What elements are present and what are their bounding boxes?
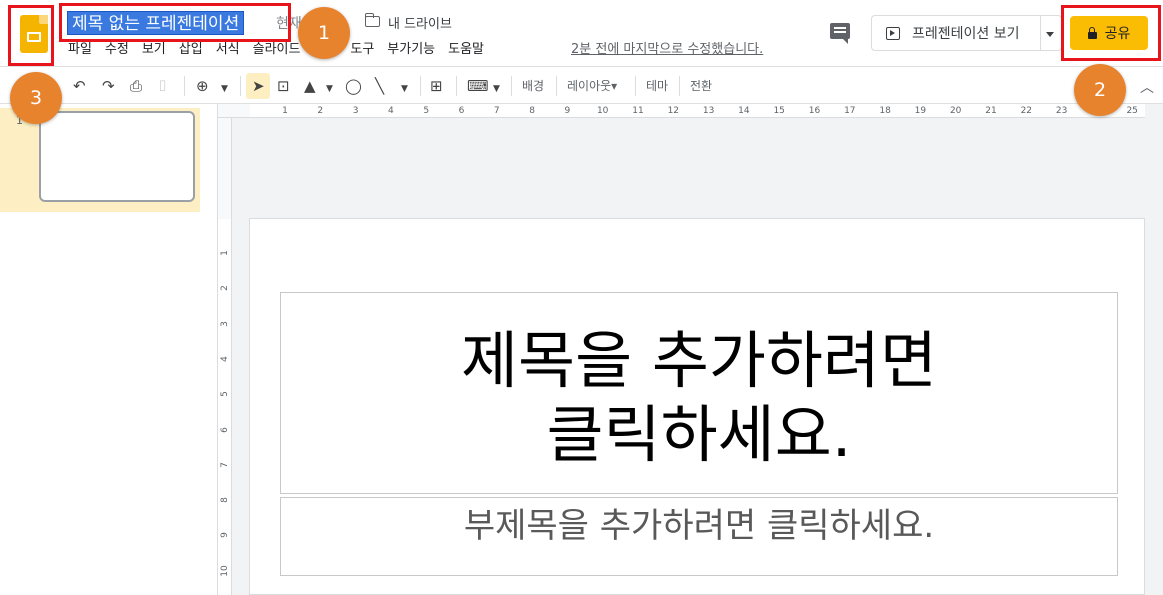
ruler-h-tick: 8 [529,106,535,116]
ruler-h-tick: 18 [879,106,891,116]
ruler-h-tick: 4 [388,106,394,116]
ruler-v-tick: 5 [220,391,230,398]
ruler-h-tick: 14 [738,106,750,116]
line-icon[interactable]: ╲ [375,77,384,95]
ruler-h-tick: 10 [596,106,609,116]
present-button-label: 프레젠테이션 보기 [912,26,1020,42]
input-tools-dropdown-icon[interactable]: ▼ [493,80,500,98]
ruler-h-tick: 13 [702,106,715,116]
slide-filmstrip: 1 [0,104,218,595]
collapse-chevron-icon[interactable]: ︿ [1140,77,1154,97]
layout-button[interactable]: 레이아웃▾ [567,78,617,94]
annotation-badge-1: 1 [298,7,350,59]
annotation-highlight-title [59,3,291,42]
select-cursor-icon[interactable]: ➤ [252,77,265,95]
menu-tools[interactable]: 도구 [350,40,374,60]
print-icon[interactable]: ⎙ [130,77,142,95]
vertical-ruler[interactable]: 1 2 3 4 5 6 7 8 9 10 [218,219,232,595]
folder-icon[interactable] [364,13,380,27]
zoom-icon[interactable]: ⊕ [196,77,209,95]
annotation-highlight-share [1061,5,1161,61]
present-button[interactable]: 프레젠테이션 보기 [871,15,1041,51]
keyboard-icon[interactable]: ⌨ [467,77,489,95]
undo-icon[interactable]: ↶ [73,77,86,95]
ruler-v-tick: 3 [220,320,230,327]
ruler-h-tick: 12 [667,106,680,116]
last-edit-link[interactable]: 2분 전에 마지막으로 수정했습니다. [571,40,763,60]
menu-addons[interactable]: 부가기능 [387,40,435,60]
paint-format-icon[interactable]: ⌷ [158,77,167,95]
ruler-v-tick: 6 [220,426,230,433]
menu-help[interactable]: 도움말 [448,40,484,60]
ruler-h-tick: 20 [949,106,962,116]
ruler-h-tick: 6 [458,106,465,116]
ruler-h-tick: 9 [564,106,571,116]
present-dropdown-button[interactable] [1040,15,1062,51]
ruler-h-tick: 11 [632,106,644,116]
ruler-h-tick: 22 [1020,106,1033,116]
ruler-h-tick: 25 [1126,106,1138,116]
text-box-icon[interactable]: ⊡ [277,77,290,95]
play-icon [886,26,900,40]
ruler-v-tick: 9 [220,532,230,539]
drive-location[interactable]: 내 드라이브 [388,13,452,32]
ruler-h-tick: 19 [914,106,927,116]
ruler-h-tick: 21 [985,106,997,116]
ruler-v-tick: 1 [220,250,230,256]
title-placeholder[interactable]: 제목을 추가하려면 클릭하세요. [280,324,1118,472]
background-button[interactable]: 배경 [522,78,544,94]
ruler-v-tick: 10 [220,564,230,577]
image-icon[interactable]: ▲ [304,77,316,95]
ruler-h-tick: 23 [1055,106,1068,116]
horizontal-ruler[interactable]: 1234567891011121314151617181920212223242… [250,104,1145,118]
annotation-badge-3: 3 [10,72,62,124]
shape-icon[interactable]: ◯ [345,77,362,95]
ruler-h-tick: 1 [282,106,288,116]
ruler-v-tick: 2 [220,285,230,292]
ruler-h-tick: 2 [317,106,324,116]
ruler-h-tick: 7 [493,106,500,116]
toolbar: ↶ ↷ ⎙ ⌷ ⊕ ▼ ➤ ⊡ ▲ ▼ ◯ ╲ ▼ ⊞ ⌨ ▼ 배경 레이아웃▾… [0,66,1163,104]
menu-slide[interactable]: 슬라이드 [253,40,301,60]
line-dropdown-icon[interactable]: ▼ [401,80,408,98]
menu-insert[interactable]: 삽입 [179,40,203,60]
menu-edit[interactable]: 수정 [105,40,129,60]
menu-file[interactable]: 파일 [68,40,92,60]
ruler-h-tick: 16 [808,106,821,116]
new-slide-icon[interactable]: ⊞ [430,77,443,95]
ruler-v-tick: 8 [220,497,230,503]
menu-bar: 파일 수정 보기 삽입 서식 슬라이드 정렬 도구 부가기능 도움말 [68,40,497,60]
annotation-badge-2: 2 [1074,64,1126,116]
redo-icon[interactable]: ↷ [102,77,115,95]
ruler-h-tick: 15 [773,106,785,116]
ruler-v-tick: 7 [220,461,230,468]
image-dropdown-icon[interactable]: ▼ [326,80,333,98]
ruler-h-tick: 3 [352,106,359,116]
title-line-2: 클릭하세요. [546,398,852,471]
ruler-h-tick: 5 [423,106,430,116]
subtitle-placeholder[interactable]: 부제목을 추가하려면 클릭하세요. [280,504,1118,548]
slide-thumbnail[interactable] [39,111,195,202]
comment-icon[interactable] [830,23,850,44]
ruler-v-tick: 4 [220,356,230,362]
menu-format[interactable]: 서식 [216,40,240,60]
transition-button[interactable]: 전환 [690,78,712,94]
annotation-highlight-logo [8,5,54,66]
menu-view[interactable]: 보기 [142,40,166,60]
theme-button[interactable]: 테마 [646,78,668,94]
title-line-1: 제목을 추가하려면 [460,324,938,397]
zoom-dropdown-icon[interactable]: ▼ [221,80,228,98]
ruler-h-tick: 17 [844,106,856,116]
